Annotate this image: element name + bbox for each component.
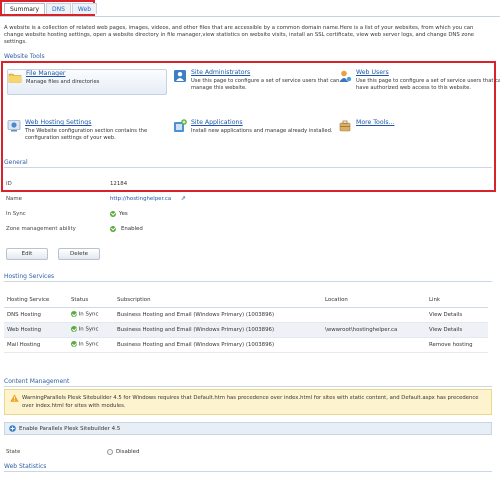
intro-text: A website is a collection of related web… [4,25,475,45]
subscription-cell: Business Hosting and Email (Windows Prim… [114,322,322,338]
tool-title[interactable]: Site Applications [191,119,243,126]
web-statistics-rule [4,471,492,472]
warning-icon [10,394,19,404]
tab-bar: Summary DNS Web [0,0,98,16]
status-text: In Sync [78,326,99,333]
service-cell: Web Hosting [4,322,68,338]
tool-description: The Website configuration section contai… [25,128,148,141]
tab-underline [0,16,500,17]
tab-web[interactable]: Web [71,3,98,14]
column-header: Hosting Service [4,294,68,308]
service-cell: Mail Hosting [4,337,68,353]
location-cell [322,337,426,353]
location-cell: \wwwroot\hostinghelper.ca [322,322,426,338]
status-cell: In Sync [68,337,114,353]
warning-text: WarningParallels Plesk Sitebuilder 4.5 f… [22,395,479,409]
status-text: In Sync [78,311,99,318]
enable-sitebuilder-bar[interactable]: Enable Parallels Plesk Sitebuilder 4.5 [4,422,492,435]
service-cell: DNS Hosting [4,307,68,323]
web-hosting-settings-icon [7,119,21,133]
subscription-cell: Business Hosting and Email (Windows Prim… [114,337,322,353]
tool-title[interactable]: Web Hosting Settings [25,119,91,126]
tool-site-applications[interactable]: Site Applications Install new applicatio… [173,119,333,149]
content-management-rule [4,386,492,387]
check-icon [71,311,77,318]
tool-web-users[interactable]: Web Users Use this page to configure a s… [338,69,500,105]
tool-title[interactable]: Site Administrators [191,69,250,76]
folder-icon [8,70,22,84]
tool-description: Manage files and directories [26,79,100,85]
insync-label: In Sync [6,211,26,217]
insync-value: Yes [119,211,128,217]
tool-description: Install new applications and manage alre… [191,128,333,134]
web-statistics-title: Web Statistics [4,463,47,470]
id-label: ID [6,181,12,187]
site-administrators-icon [173,69,187,83]
hosting-services-rule [4,281,492,282]
status-cell: In Sync [68,307,114,323]
website-url-link[interactable]: http://hostinghelper.ca [110,196,171,202]
hosting-services-table: Hosting Service Status Subscription Loca… [4,294,488,353]
tool-title[interactable]: More Tools... [356,119,394,126]
disabled-radio-icon [107,448,113,455]
state-value: Disabled [116,449,140,455]
id-value: 12184 [110,181,128,187]
view-details-link[interactable]: View Details [426,322,488,338]
column-header: Location [322,294,426,308]
check-icon [71,341,77,348]
view-details-link[interactable]: View Details [426,307,488,323]
tool-title[interactable]: File Manager [26,70,65,77]
general-title: General [4,159,28,166]
table-row: Mail Hosting In Sync Business Hosting an… [4,337,488,353]
zone-management-value: Enabled [121,226,143,232]
hosting-services-title: Hosting Services [4,273,55,280]
tool-description: Use this page to configure a set of serv… [191,78,340,91]
column-header: Status [68,294,114,308]
location-cell [322,307,426,323]
check-icon [71,326,77,333]
external-link-icon[interactable]: ⇗ [181,195,186,202]
web-users-icon [338,69,352,83]
table-header-row: Hosting Service Status Subscription Loca… [4,294,488,308]
tool-file-manager[interactable]: File Manager Manage files and directorie… [7,69,167,95]
status-text: In Sync [78,341,99,348]
website-tools-panel: File Manager Manage files and directorie… [1,61,500,192]
tool-more-tools[interactable]: More Tools... [338,119,498,133]
tool-title[interactable]: Web Users [356,69,389,76]
table-row: DNS Hosting In Sync Business Hosting and… [4,307,488,323]
remove-hosting-link[interactable]: Remove hosting [426,337,488,353]
enable-sitebuilder-label[interactable]: Enable Parallels Plesk Sitebuilder 4.5 [19,426,120,432]
column-header: Link [426,294,488,308]
website-tools-title: Website Tools [4,53,45,60]
warning-banner: WarningParallels Plesk Sitebuilder 4.5 f… [4,389,492,415]
zone-management-label: Zone management ability [6,226,76,232]
more-tools-icon [338,119,352,133]
name-label: Name [6,196,22,202]
edit-button[interactable]: Edit [6,248,48,260]
table-row: Web Hosting In Sync Business Hosting and… [4,322,488,338]
content-management-title: Content Management [4,378,70,385]
tool-description: Use this page to configure a set of serv… [356,78,500,91]
tab-summary[interactable]: Summary [4,3,45,14]
site-applications-icon [173,119,187,133]
check-icon [110,225,116,232]
sitebuilder-icon [9,425,16,434]
status-cell: In Sync [68,322,114,338]
column-header: Subscription [114,294,322,308]
check-icon [110,210,116,217]
tab-dns[interactable]: DNS [46,3,71,14]
tool-site-administrators[interactable]: Site Administrators Use this page to con… [173,69,339,99]
subscription-cell: Business Hosting and Email (Windows Prim… [114,307,322,323]
general-rule [4,167,492,168]
delete-button[interactable]: Delete [58,248,100,260]
tool-web-hosting-settings[interactable]: Web Hosting Settings The Website configu… [7,119,167,149]
state-label: State [6,449,21,455]
